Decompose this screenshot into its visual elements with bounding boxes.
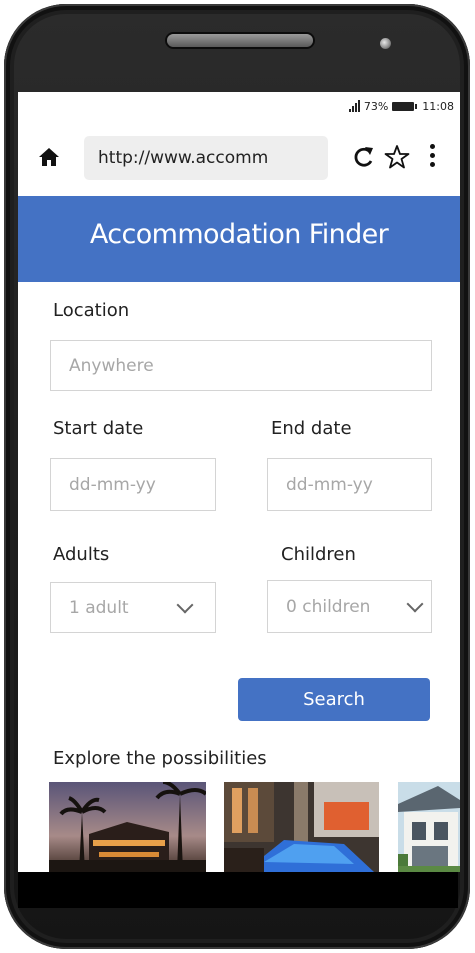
children-select[interactable]: 0 children bbox=[267, 580, 432, 633]
bookmark-star-icon[interactable] bbox=[384, 144, 410, 170]
url-field[interactable]: http://www.accomm bbox=[84, 136, 328, 180]
adults-select[interactable]: 1 adult bbox=[50, 582, 216, 633]
end-date-label: End date bbox=[271, 418, 352, 439]
end-date-input[interactable]: dd-mm-yy bbox=[267, 458, 432, 511]
search-button[interactable]: Search bbox=[238, 678, 430, 721]
villa-thumbnail-image[interactable] bbox=[398, 782, 460, 872]
start-date-label: Start date bbox=[53, 418, 144, 439]
battery-percent: 73% bbox=[363, 99, 389, 113]
overflow-menu-icon[interactable] bbox=[428, 144, 438, 170]
resort-thumbnail-image[interactable] bbox=[49, 782, 206, 872]
explore-heading: Explore the possibilities bbox=[53, 748, 267, 769]
page-title: Accommodation Finder bbox=[89, 219, 389, 250]
signal-icon bbox=[348, 100, 360, 112]
camera-icon bbox=[380, 38, 391, 49]
phone-screen: 73% 11:08 http://www.accomm Accommodatio… bbox=[18, 92, 460, 872]
phone-bottom-bezel bbox=[18, 872, 458, 908]
battery-icon bbox=[392, 101, 418, 111]
adults-label: Adults bbox=[53, 544, 110, 565]
start-date-input[interactable]: dd-mm-yy bbox=[50, 458, 216, 511]
app-header: Accommodation Finder bbox=[18, 196, 460, 282]
chevron-down-icon bbox=[406, 595, 424, 613]
adults-select-value: 1 adult bbox=[69, 597, 129, 618]
browser-toolbar: http://www.accomm bbox=[18, 132, 460, 186]
home-icon[interactable] bbox=[38, 146, 60, 168]
chevron-down-icon bbox=[176, 596, 194, 614]
children-label: Children bbox=[281, 544, 356, 565]
hotel-pool-thumbnail-image[interactable] bbox=[224, 782, 379, 872]
reload-icon[interactable] bbox=[352, 144, 376, 170]
clock: 11:08 bbox=[422, 99, 454, 113]
phone-speaker bbox=[167, 34, 313, 47]
location-label: Location bbox=[53, 300, 130, 321]
location-input[interactable]: Anywhere bbox=[50, 340, 432, 391]
status-bar: 73% 11:08 bbox=[348, 98, 454, 114]
children-select-value: 0 children bbox=[286, 596, 371, 617]
